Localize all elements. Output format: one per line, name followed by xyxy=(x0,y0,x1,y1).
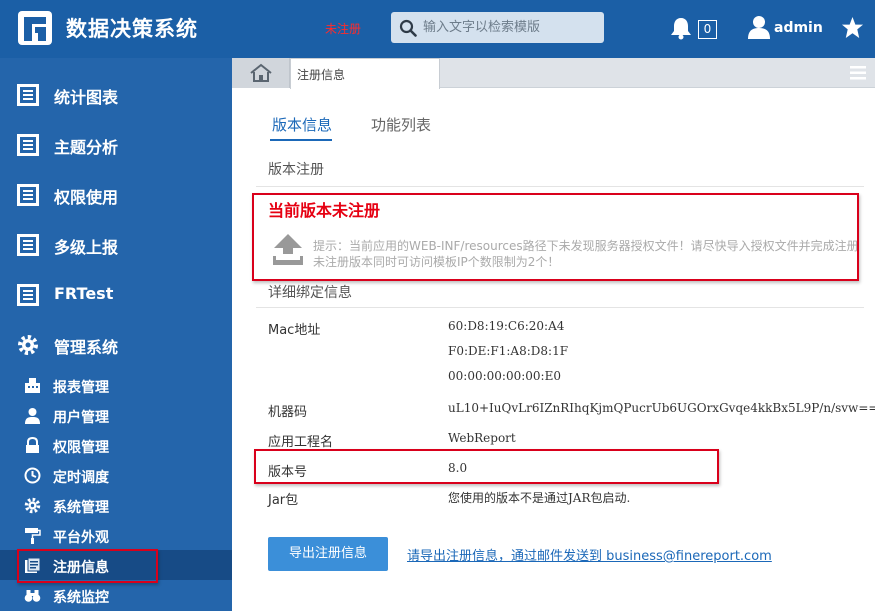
report-icon xyxy=(17,284,39,306)
sidebar-item-charts[interactable]: 统计图表 xyxy=(0,71,232,121)
notification-count-badge[interactable]: 0 xyxy=(698,20,717,39)
sidebar-subitem-label: 用户管理 xyxy=(53,410,109,426)
app-title: 数据决策系统 xyxy=(66,17,198,41)
sidebar-subitem-system-monitor[interactable]: 系统监控 xyxy=(0,580,232,610)
bell-icon[interactable] xyxy=(670,16,692,40)
highlight-box-registration xyxy=(252,193,859,281)
unregistered-label[interactable]: 未注册 xyxy=(325,20,361,37)
user-icon[interactable] xyxy=(748,15,770,39)
report-icon xyxy=(17,234,39,256)
mac-address-value: 00:00:00:00:00:E0 xyxy=(448,369,561,383)
search-input[interactable] xyxy=(423,12,598,43)
mac-address-label: Mac地址 xyxy=(268,323,321,338)
sidebar-subitem-label: 系统管理 xyxy=(53,500,109,516)
binoculars-icon xyxy=(24,590,41,602)
lock-icon xyxy=(26,437,39,453)
mac-address-value: 60:D8:19:C6:20:A4 xyxy=(448,319,565,333)
sidebar-subitem-system-management[interactable]: 系统管理 xyxy=(0,490,232,520)
version-registration-title: 版本注册 xyxy=(268,162,324,178)
cog-icon xyxy=(24,497,41,514)
tab-version-info[interactable]: 版本信息 xyxy=(272,114,332,135)
active-tab-indicator xyxy=(270,139,332,141)
building-icon xyxy=(25,378,40,393)
divider xyxy=(256,307,864,308)
sidebar-item-frtest[interactable]: FRTest xyxy=(0,271,232,321)
search-icon[interactable] xyxy=(399,19,417,37)
clock-icon xyxy=(24,467,41,484)
export-email-link[interactable]: 请导出注册信息，通过邮件发送到 business@finereport.com xyxy=(407,545,772,564)
home-icon[interactable] xyxy=(249,63,273,83)
paint-roller-icon xyxy=(25,528,41,544)
tab-bar: 注册信息 xyxy=(232,58,875,89)
top-header: 数据决策系统 未注册 0 admin xyxy=(0,0,875,58)
hamburger-menu-icon[interactable] xyxy=(850,66,866,80)
highlight-box-sidebar xyxy=(17,549,158,583)
sidebar-item-permission-usage[interactable]: 权限使用 xyxy=(0,171,232,221)
sidebar-item-multilevel-report[interactable]: 多级上报 xyxy=(0,221,232,271)
sidebar-item-label: FRTest xyxy=(54,284,114,303)
username[interactable]: admin xyxy=(774,20,823,36)
search-box[interactable] xyxy=(391,12,604,43)
sidebar-item-label: 权限使用 xyxy=(54,188,119,207)
app-name-value: WebReport xyxy=(448,431,516,445)
tab-home[interactable] xyxy=(232,58,290,88)
sidebar-subitem-report-management[interactable]: 报表管理 xyxy=(0,370,232,400)
sidebar-subitem-label: 平台外观 xyxy=(53,530,109,546)
tab-registration-info[interactable]: 注册信息 xyxy=(290,58,440,89)
jar-label: Jar包 xyxy=(268,493,299,508)
user-icon xyxy=(25,408,40,424)
report-icon xyxy=(17,184,39,206)
sidebar-subitem-label: 权限管理 xyxy=(53,440,109,456)
sidebar-item-management-system[interactable]: 管理系统 xyxy=(0,321,232,371)
sidebar-item-label: 统计图表 xyxy=(54,88,119,107)
favorite-star-icon[interactable] xyxy=(841,16,864,39)
sidebar-item-label: 主题分析 xyxy=(54,138,119,157)
report-icon xyxy=(17,84,39,106)
sidebar-subitem-platform-appearance[interactable]: 平台外观 xyxy=(0,520,232,550)
sidebar-subitem-label: 定时调度 xyxy=(53,470,109,486)
sidebar-item-topic-analysis[interactable]: 主题分析 xyxy=(0,121,232,171)
gear-icon xyxy=(18,335,38,355)
machine-code-label: 机器码 xyxy=(268,405,308,420)
jar-value: 您使用的版本不是通过JAR包启动. xyxy=(448,491,631,505)
machine-code-value: uL10+IuQvLr6IZnRIhqKjmQPucrUb6UGOrxGvqe4… xyxy=(448,401,875,415)
tab-label: 注册信息 xyxy=(297,68,346,82)
sidebar-subitem-user-management[interactable]: 用户管理 xyxy=(0,400,232,430)
highlight-box-version xyxy=(254,449,719,484)
mac-address-value: F0:DE:F1:A8:D8:1F xyxy=(448,344,569,358)
export-registration-button[interactable]: 导出注册信息 xyxy=(268,537,388,571)
sidebar-subitem-scheduling[interactable]: 定时调度 xyxy=(0,460,232,490)
sidebar-subitem-label: 报表管理 xyxy=(53,380,109,396)
app-logo-icon xyxy=(18,11,52,45)
main-content: 版本信息 功能列表 版本注册 当前版本未注册 提示：当前应用的WEB-INF/r… xyxy=(232,89,875,611)
report-icon xyxy=(17,134,39,156)
sidebar-subitem-permission-management[interactable]: 权限管理 xyxy=(0,430,232,460)
sidebar-item-label: 管理系统 xyxy=(54,338,119,357)
app-name-label: 应用工程名 xyxy=(268,435,334,450)
divider xyxy=(256,186,864,187)
sidebar: 统计图表 主题分析 权限使用 多级上报 FRTest 管理系统 报表管理 用户管… xyxy=(0,58,232,611)
details-section-title: 详细绑定信息 xyxy=(268,285,352,301)
sidebar-subitem-label: 系统监控 xyxy=(53,590,109,606)
sidebar-item-label: 多级上报 xyxy=(54,238,119,257)
tab-feature-list[interactable]: 功能列表 xyxy=(371,114,431,135)
